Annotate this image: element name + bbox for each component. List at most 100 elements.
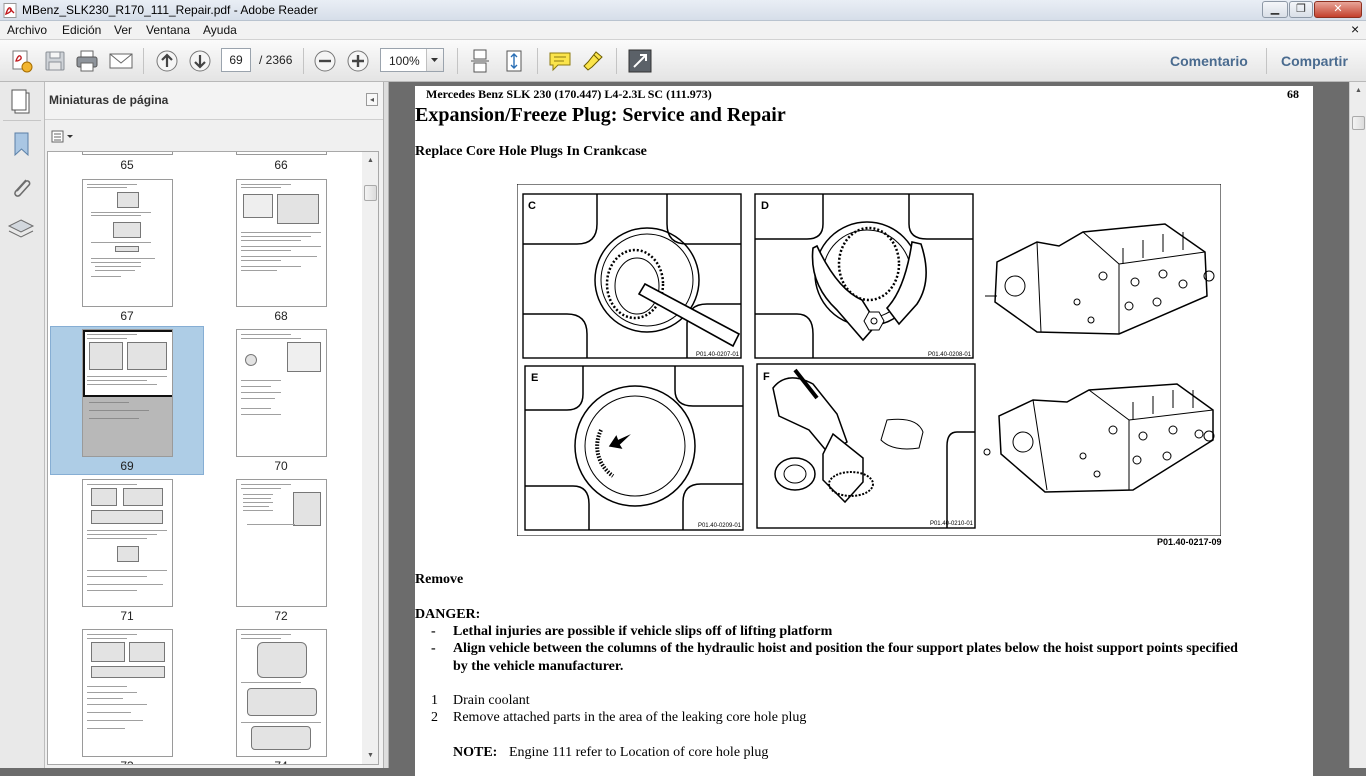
thumbnail-label: 74	[251, 759, 311, 764]
options-menu-icon	[51, 130, 73, 143]
fullscreen-icon[interactable]	[627, 48, 653, 74]
layers-icon[interactable]	[6, 216, 36, 244]
maximize-button[interactable]: ❐	[1289, 1, 1313, 18]
panel-code-c: P01.40-0207-01	[696, 352, 740, 358]
figure-caption: P01.40-0217-09	[1157, 537, 1222, 547]
zoom-out-icon[interactable]	[312, 48, 338, 74]
step-text: Drain coolant	[453, 693, 530, 708]
close-document-icon[interactable]: ×	[1351, 21, 1359, 37]
page-title: Expansion/Freeze Plug: Service and Repai…	[415, 104, 786, 126]
panel-letter-f: F	[763, 371, 770, 383]
toolbar-separator	[616, 48, 617, 74]
menu-edicion[interactable]: Edición	[62, 23, 101, 37]
thumbnail-page-69[interactable]	[82, 329, 173, 457]
menu-ayuda[interactable]: Ayuda	[203, 23, 237, 37]
step-text: Remove attached parts in the area of the…	[453, 710, 807, 725]
note-label: NOTE:	[453, 745, 498, 760]
panel-code-e: P01.40-0209-01	[698, 523, 742, 529]
thumbnail-options-button[interactable]	[49, 128, 77, 146]
step-number: 2	[431, 710, 438, 725]
thumbnail-label: 67	[120, 309, 134, 323]
thumbnail-page-68[interactable]	[236, 179, 327, 307]
step-number: 1	[431, 693, 438, 708]
figure-panel-f: F P01.40-0210-01	[756, 363, 976, 529]
page-thumbnails-icon[interactable]	[7, 88, 37, 116]
scroll-up-icon[interactable]: ▲	[1350, 82, 1366, 99]
page-number-input[interactable]: 69	[221, 48, 251, 72]
danger-dash: -	[431, 624, 436, 639]
zoom-select[interactable]: 100%	[380, 48, 444, 72]
panel-code-d: P01.40-0208-01	[928, 352, 972, 358]
menu-archivo[interactable]: Archivo	[7, 23, 47, 37]
nav-divider	[3, 120, 41, 121]
scrollbar-thumb[interactable]	[364, 185, 377, 201]
thumbnail-page-70[interactable]	[236, 329, 327, 457]
toolbar-separator	[457, 48, 458, 74]
scroll-down-icon[interactable]: ▼	[362, 747, 378, 764]
remove-heading: Remove	[415, 572, 464, 587]
document-view[interactable]: Mercedes Benz SLK 230 (170.447) L4-2.3L …	[389, 82, 1349, 776]
thumbnail-page-71[interactable]	[82, 479, 173, 607]
collapse-panel-button[interactable]: ◂	[366, 93, 378, 106]
thumbnail-page-72[interactable]	[236, 479, 327, 607]
share-button[interactable]: Compartir	[1281, 53, 1348, 69]
chevron-down-icon[interactable]	[426, 49, 443, 71]
thumbnails-title: Miniaturas de página	[49, 93, 169, 107]
panel-letter-c: C	[528, 200, 536, 212]
menu-bar: Archivo Edición Ver Ventana Ayuda ×	[0, 21, 1366, 40]
figure-panel-c: C P01.40-0207-01	[522, 193, 742, 359]
sticky-note-icon[interactable]	[547, 48, 573, 74]
page-header: Mercedes Benz SLK 230 (170.447) L4-2.3L …	[426, 87, 712, 101]
close-button[interactable]: ✕	[1314, 1, 1362, 18]
attachments-icon[interactable]	[8, 174, 36, 202]
thumbnails-list[interactable]: 65 66 67 68 69 70 71 72 ▲ ▼	[47, 151, 379, 765]
save-icon[interactable]	[42, 48, 68, 74]
next-page-icon[interactable]	[187, 48, 213, 74]
thumbnail-label: 72	[274, 609, 288, 623]
danger-item: Lethal injuries are possible if vehicle …	[453, 624, 833, 639]
thumbnail-page-67[interactable]	[82, 179, 173, 307]
section-title: Replace Core Hole Plugs In Crankcase	[415, 144, 647, 159]
document-scrollbar[interactable]: ▲	[1349, 82, 1366, 768]
zoom-in-icon[interactable]	[345, 48, 371, 74]
comment-button[interactable]: Comentario	[1170, 53, 1248, 69]
email-icon[interactable]	[108, 48, 134, 74]
adobe-reader-icon	[3, 3, 17, 18]
scrolling-mode-icon[interactable]	[467, 48, 493, 74]
thumbnail-label: 68	[274, 309, 288, 323]
repair-figure: C P01.40-0207-01 D P01.40-0208-01 E P01.…	[517, 184, 1221, 536]
navigation-pane	[0, 82, 45, 768]
create-pdf-icon[interactable]	[8, 48, 34, 74]
bookmarks-icon[interactable]	[8, 130, 36, 158]
panel-letter-e: E	[531, 372, 538, 384]
scrollbar-thumb[interactable]	[1352, 116, 1365, 130]
thumbnail-page-65-edge	[82, 152, 173, 155]
thumbnail-label: 65	[120, 158, 134, 172]
previous-page-icon[interactable]	[154, 48, 180, 74]
scroll-up-icon[interactable]: ▲	[362, 152, 378, 169]
fit-page-icon[interactable]	[501, 48, 527, 74]
thumbnail-page-74[interactable]	[236, 629, 327, 757]
thumbnails-scrollbar[interactable]: ▲ ▼	[362, 152, 378, 764]
panel-code-f: P01.40-0210-01	[930, 521, 974, 527]
print-icon[interactable]	[74, 48, 100, 74]
zoom-value: 100%	[389, 54, 420, 68]
thumbnail-page-73[interactable]	[82, 629, 173, 757]
thumbnail-label: 73	[97, 759, 157, 764]
thumbnails-header: Miniaturas de página ◂	[45, 82, 383, 120]
danger-heading: DANGER:	[415, 607, 481, 622]
minimize-button[interactable]: ▁	[1262, 1, 1288, 18]
title-bar: MBenz_SLK230_R170_111_Repair.pdf - Adobe…	[0, 0, 1366, 21]
thumbnail-label: 70	[274, 459, 288, 473]
highlight-icon[interactable]	[580, 48, 606, 74]
toolbar: 69 / 2366 100% Comentario Compartir	[0, 40, 1366, 82]
thumbnail-label: 71	[120, 609, 134, 623]
thumbnail-page-66-edge	[236, 152, 327, 155]
thumbnail-label: 66	[274, 158, 288, 172]
menu-ventana[interactable]: Ventana	[146, 23, 190, 37]
danger-item: Align vehicle between the columns of the…	[453, 641, 1238, 656]
toolbar-separator	[143, 48, 144, 74]
window-title: MBenz_SLK230_R170_111_Repair.pdf - Adobe…	[22, 3, 318, 17]
menu-ver[interactable]: Ver	[114, 23, 132, 37]
page-number: 68	[1287, 87, 1299, 101]
